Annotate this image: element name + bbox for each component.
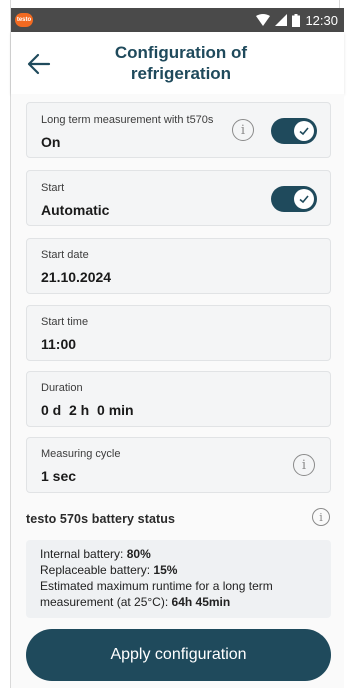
start-value: Automatic bbox=[41, 202, 110, 218]
duration-label: Duration bbox=[41, 382, 83, 394]
app-bar: Configuration of refrigeration bbox=[11, 32, 344, 94]
page-title: Configuration of refrigeration bbox=[71, 42, 291, 84]
check-icon bbox=[299, 195, 309, 204]
runtime-line2: measurement (at 25°C): 64h 45min bbox=[40, 594, 317, 610]
apply-configuration-button[interactable]: Apply configuration bbox=[26, 629, 331, 681]
internal-battery-label: Internal battery: bbox=[40, 547, 127, 561]
measuring-cycle-field[interactable]: Measuring cycle 1 sec i bbox=[26, 437, 331, 493]
measuring-cycle-label: Measuring cycle bbox=[41, 448, 121, 460]
long-term-toggle[interactable] bbox=[271, 118, 317, 144]
status-logo-text: testo bbox=[16, 17, 32, 23]
check-icon bbox=[299, 127, 309, 136]
replaceable-battery-line: Replaceable battery: 15% bbox=[40, 562, 317, 578]
back-button[interactable] bbox=[25, 50, 53, 78]
start-date-value: 21.10.2024 bbox=[41, 269, 112, 285]
wifi-icon bbox=[256, 14, 271, 26]
long-term-label: Long term measurement with t570s bbox=[41, 114, 214, 126]
info-icon[interactable]: i bbox=[293, 454, 315, 476]
replaceable-battery-value: 15% bbox=[153, 563, 178, 577]
battery-status-box: Internal battery: 80% Replaceable batter… bbox=[26, 540, 331, 618]
page-title-line2: refrigeration bbox=[130, 64, 232, 83]
info-icon[interactable]: i bbox=[232, 119, 254, 141]
internal-battery-line: Internal battery: 80% bbox=[40, 546, 317, 562]
testo-logo-icon: testo bbox=[15, 13, 33, 27]
toggle-knob bbox=[294, 121, 314, 141]
page-title-line1: Configuration of bbox=[114, 43, 248, 62]
long-term-measurement-card: Long term measurement with t570s On i bbox=[26, 102, 331, 158]
status-right: 12:30 bbox=[256, 13, 338, 28]
toggle-knob bbox=[294, 189, 314, 209]
status-bar: testo 12:30 bbox=[11, 8, 344, 32]
start-date-field[interactable]: Start date 21.10.2024 bbox=[26, 238, 331, 294]
info-icon[interactable]: i bbox=[312, 508, 330, 526]
internal-battery-value: 80% bbox=[126, 547, 151, 561]
replaceable-battery-label: Replaceable battery: bbox=[40, 563, 154, 577]
main-content: Long term measurement with t570s On i St… bbox=[11, 94, 344, 688]
start-time-label: Start time bbox=[41, 316, 89, 328]
runtime-value: 64h 45min bbox=[171, 595, 231, 609]
start-date-label: Start date bbox=[41, 249, 89, 261]
start-card: Start Automatic bbox=[26, 170, 331, 226]
measuring-cycle-value: 1 sec bbox=[41, 468, 77, 484]
start-time-field[interactable]: Start time 11:00 bbox=[26, 305, 331, 361]
signal-icon bbox=[275, 14, 288, 26]
duration-value: 0 d 2 h 0 min bbox=[41, 402, 134, 418]
battery-status-title: testo 570s battery status bbox=[26, 512, 176, 526]
arrow-left-icon bbox=[27, 53, 51, 75]
long-term-value: On bbox=[41, 134, 61, 150]
status-time: 12:30 bbox=[305, 12, 338, 28]
runtime-line1: Estimated maximum runtime for a long ter… bbox=[40, 579, 273, 593]
left-frame bbox=[0, 0, 11, 688]
runtime-label: measurement (at 25°C): bbox=[40, 595, 172, 609]
start-label: Start bbox=[41, 182, 65, 194]
battery-icon bbox=[292, 13, 301, 27]
start-time-value: 11:00 bbox=[41, 336, 77, 352]
duration-field[interactable]: Duration 0 d 2 h 0 min bbox=[26, 371, 331, 427]
start-toggle[interactable] bbox=[271, 186, 317, 212]
